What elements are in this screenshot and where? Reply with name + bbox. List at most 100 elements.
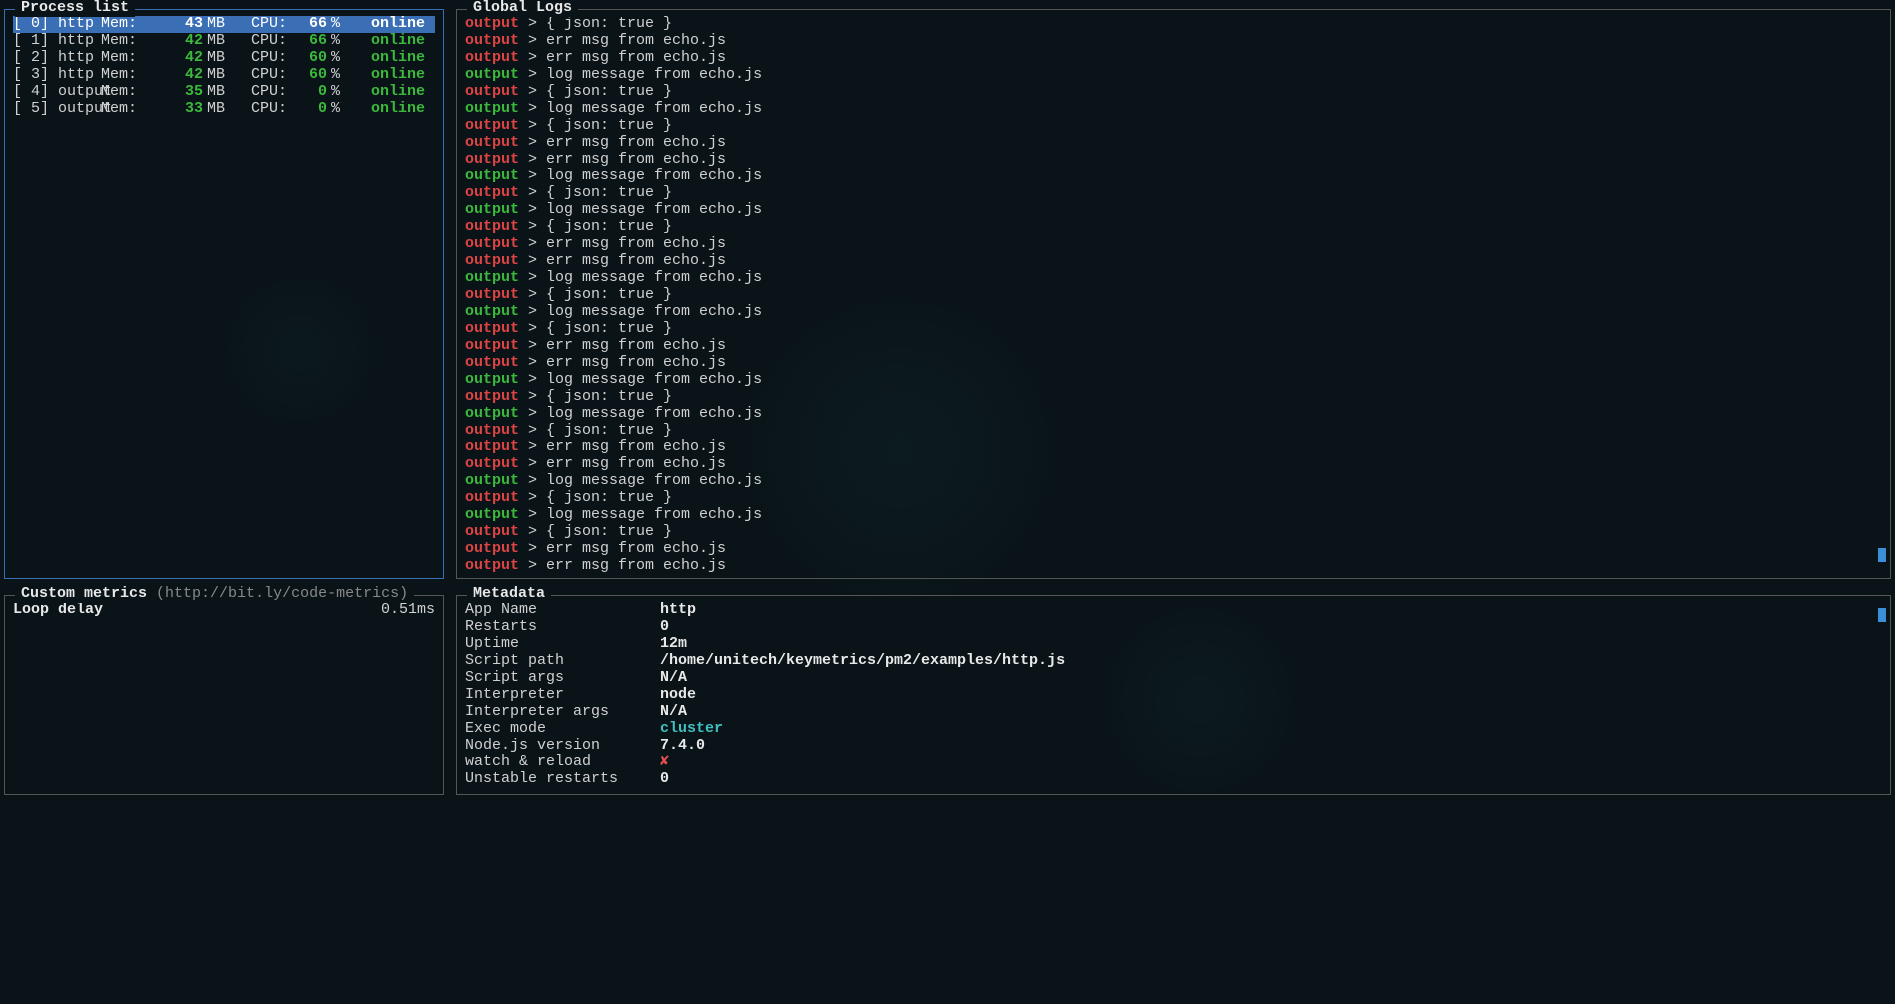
metadata-value: ✘: [660, 754, 1882, 771]
process-cpu-pct: %: [327, 101, 355, 118]
log-separator: >: [519, 184, 546, 201]
log-message: err msg from echo.js: [546, 49, 726, 66]
log-source: output: [465, 269, 519, 286]
process-row[interactable]: [ 0] httpMem:43MBCPU:66%online: [13, 16, 435, 33]
process-mem-label: Mem:: [101, 101, 155, 118]
global-logs-panel[interactable]: Global Logs output > { json: true }outpu…: [456, 9, 1891, 579]
log-row: output > log message from echo.js: [465, 101, 1882, 118]
log-message: log message from echo.js: [546, 100, 762, 117]
log-source: output: [465, 472, 519, 489]
log-source: output: [465, 286, 519, 303]
metadata-key: Script args: [465, 670, 660, 687]
process-row[interactable]: [ 2] httpMem:42MBCPU:60%online: [13, 50, 435, 67]
process-list-body[interactable]: [ 0] httpMem:43MBCPU:66%online[ 1] httpM…: [5, 10, 443, 578]
log-separator: >: [519, 489, 546, 506]
metadata-value: 0: [660, 619, 1882, 636]
metric-row: Loop delay0.51ms: [13, 602, 435, 619]
process-status: online: [355, 67, 425, 84]
log-row: output > log message from echo.js: [465, 507, 1882, 524]
log-row: output > err msg from echo.js: [465, 33, 1882, 50]
metadata-value: 7.4.0: [660, 738, 1882, 755]
metadata-value: http: [660, 602, 1882, 619]
process-row[interactable]: [ 1] httpMem:42MBCPU:66%online: [13, 33, 435, 50]
log-separator: >: [519, 472, 546, 489]
meta-scroll-cursor-icon[interactable]: [1878, 608, 1886, 622]
log-separator: >: [519, 371, 546, 388]
custom-metrics-title: Custom metrics (http://bit.ly/code-metri…: [15, 586, 414, 603]
log-message: { json: true }: [546, 422, 672, 439]
log-separator: >: [519, 523, 546, 540]
log-row: output > { json: true }: [465, 185, 1882, 202]
process-cpu-value: 66: [287, 16, 327, 33]
global-logs-title: Global Logs: [467, 0, 578, 17]
log-message: { json: true }: [546, 117, 672, 134]
custom-metrics-hint: (http://bit.ly/code-metrics): [156, 585, 408, 602]
process-id: [ 5] output: [13, 101, 101, 118]
log-message: err msg from echo.js: [546, 540, 726, 557]
log-message: { json: true }: [546, 83, 672, 100]
log-separator: >: [519, 540, 546, 557]
log-source: output: [465, 455, 519, 472]
process-mem-value: 42: [155, 67, 203, 84]
process-cpu-label: CPU:: [233, 101, 287, 118]
log-source: output: [465, 354, 519, 371]
metadata-panel[interactable]: Metadata App NamehttpRestarts0Uptime12mS…: [456, 595, 1891, 795]
metadata-row: Node.js version7.4.0: [465, 738, 1882, 755]
log-separator: >: [519, 100, 546, 117]
log-source: output: [465, 405, 519, 422]
custom-metrics-body: Loop delay0.51ms: [5, 596, 443, 794]
log-row: output > { json: true }: [465, 16, 1882, 33]
log-message: log message from echo.js: [546, 506, 762, 523]
process-status: online: [355, 84, 425, 101]
log-message: err msg from echo.js: [546, 151, 726, 168]
custom-metrics-panel[interactable]: Custom metrics (http://bit.ly/code-metri…: [4, 595, 444, 795]
process-status: online: [355, 33, 425, 50]
log-separator: >: [519, 337, 546, 354]
logs-scroll-cursor-icon[interactable]: [1878, 548, 1886, 562]
log-source: output: [465, 506, 519, 523]
process-row[interactable]: [ 3] httpMem:42MBCPU:60%online: [13, 67, 435, 84]
process-cpu-value: 66: [287, 33, 327, 50]
metadata-key: Interpreter: [465, 687, 660, 704]
metadata-value: N/A: [660, 704, 1882, 721]
process-cpu-label: CPU:: [233, 16, 287, 33]
process-mem-label: Mem:: [101, 16, 155, 33]
log-separator: >: [519, 438, 546, 455]
custom-metrics-title-text: Custom metrics: [21, 585, 147, 602]
log-separator: >: [519, 354, 546, 371]
log-row: output > { json: true }: [465, 219, 1882, 236]
log-separator: >: [519, 320, 546, 337]
log-row: output > err msg from echo.js: [465, 135, 1882, 152]
log-source: output: [465, 49, 519, 66]
log-separator: >: [519, 422, 546, 439]
process-status: online: [355, 16, 425, 33]
process-cpu-label: CPU:: [233, 50, 287, 67]
log-row: output > err msg from echo.js: [465, 152, 1882, 169]
process-list-panel[interactable]: Process list [ 0] httpMem:43MBCPU:66%onl…: [4, 9, 444, 579]
process-row[interactable]: [ 5] outputMem:33MBCPU:0%online: [13, 101, 435, 118]
global-logs-body[interactable]: output > { json: true }output > err msg …: [457, 10, 1890, 578]
log-source: output: [465, 523, 519, 540]
log-separator: >: [519, 388, 546, 405]
log-separator: >: [519, 269, 546, 286]
log-message: log message from echo.js: [546, 269, 762, 286]
metadata-row: Uptime12m: [465, 636, 1882, 653]
log-source: output: [465, 388, 519, 405]
log-message: { json: true }: [546, 15, 672, 32]
log-message: err msg from echo.js: [546, 235, 726, 252]
log-row: output > err msg from echo.js: [465, 253, 1882, 270]
metadata-key: watch & reload: [465, 754, 660, 771]
process-row[interactable]: [ 4] outputMem:35MBCPU:0%online: [13, 84, 435, 101]
metadata-row: App Namehttp: [465, 602, 1882, 619]
log-separator: >: [519, 49, 546, 66]
log-separator: >: [519, 151, 546, 168]
metadata-row: Unstable restarts0: [465, 771, 1882, 788]
log-separator: >: [519, 83, 546, 100]
log-separator: >: [519, 15, 546, 32]
log-message: err msg from echo.js: [546, 337, 726, 354]
log-message: err msg from echo.js: [546, 557, 726, 574]
log-row: output > err msg from echo.js: [465, 355, 1882, 372]
log-source: output: [465, 252, 519, 269]
metadata-row: watch & reload✘: [465, 754, 1882, 771]
log-source: output: [465, 83, 519, 100]
